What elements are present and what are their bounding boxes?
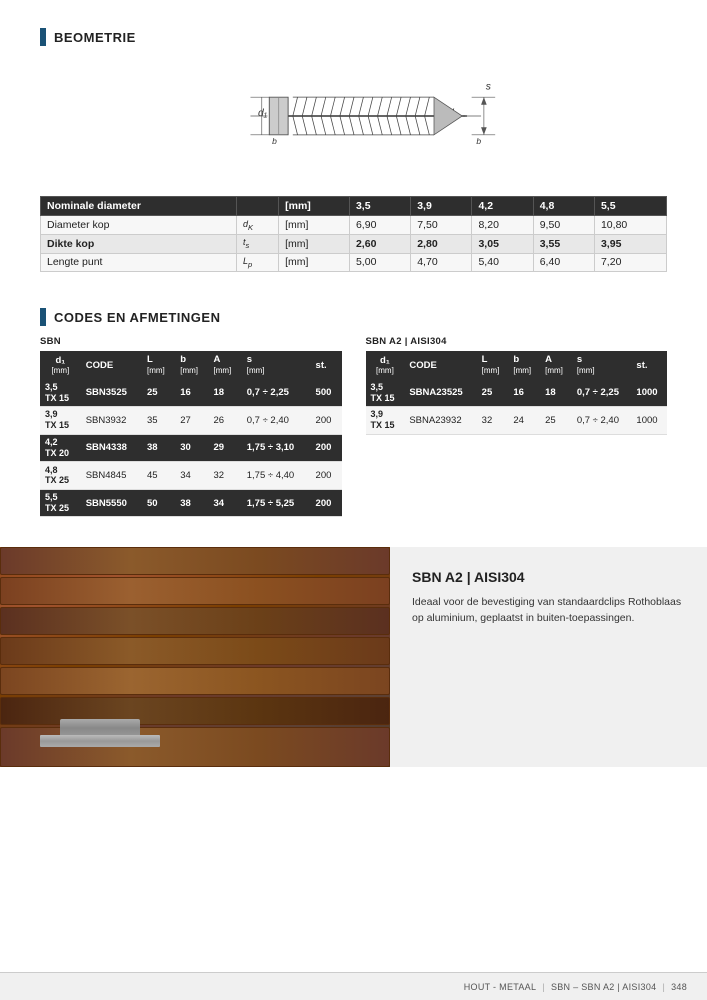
bottom-title: SBN A2 | AISI304 [412, 569, 685, 585]
sbn-table: d₁ [mm] CODE L[mm] b[mm] A[mm] s[mm] st.… [40, 351, 342, 517]
svg-text:d₁: d₁ [258, 108, 268, 119]
table-row: 4,8TX 25 SBN4845 45 34 32 1,75 ÷ 4,40 20… [40, 462, 342, 490]
table-row: Diameter kop dK [mm] 6,90 7,50 8,20 9,50… [41, 216, 667, 235]
sbn-a2-subtitle: SBN A2 | AISI304 [366, 336, 668, 347]
table-row: Lengte punt Lp [mm] 5,00 4,70 5,40 6,40 … [41, 253, 667, 272]
beometrie-title: BEOMETRIE [40, 28, 667, 46]
svg-text:s: s [485, 82, 490, 93]
table-row: 5,5TX 25 SBN5550 50 38 34 1,75 ÷ 5,25 20… [40, 489, 342, 517]
table-row: 3,5TX 15 SBNA23525 25 16 18 0,7 ÷ 2,25 1… [366, 379, 668, 406]
table-row: 4,2TX 20 SBN4338 38 30 29 1,75 ÷ 3,10 20… [40, 434, 342, 462]
footer-text: HOUT - METAAL [464, 982, 537, 992]
footer-sep1: | [542, 982, 545, 992]
table-row: 3,9TX 15 SBN3932 35 27 26 0,7 ÷ 2,40 200 [40, 406, 342, 434]
sbn-a2-table: d₁ [mm] CODE L[mm] b[mm] A[mm] s[mm] st.… [366, 351, 668, 434]
dim-header-35: 3,5 [349, 197, 410, 216]
screw-diagram: d₁ d₁ s b b [40, 56, 667, 176]
svg-text:b: b [476, 136, 481, 146]
dim-header-label: Nominale diameter [41, 197, 237, 216]
dim-header-sym [236, 197, 278, 216]
sbn-table-block: SBN d₁ [mm] CODE L[mm] b[mm] A[mm] s[mm]… [40, 336, 342, 517]
dim-header-48: 4,8 [533, 197, 594, 216]
dimensions-table: Nominale diameter [mm] 3,5 3,9 4,2 4,8 5… [40, 196, 667, 272]
table-row: 3,5TX 15 SBN3525 25 16 18 0,7 ÷ 2,25 500 [40, 379, 342, 406]
screw-svg: d₁ d₁ s b b [194, 66, 514, 166]
dim-header-39: 3,9 [411, 197, 472, 216]
footer-page: 348 [671, 982, 687, 992]
deck-image [0, 547, 390, 767]
bottom-section: SBN A2 | AISI304 Ideaal voor de bevestig… [0, 547, 707, 767]
dim-header-42: 4,2 [472, 197, 533, 216]
bottom-info-panel: SBN A2 | AISI304 Ideaal voor de bevestig… [390, 547, 707, 767]
table-row: 3,9TX 15 SBNA23932 32 24 25 0,7 ÷ 2,40 1… [366, 406, 668, 434]
tables-row: SBN d₁ [mm] CODE L[mm] b[mm] A[mm] s[mm]… [40, 336, 667, 517]
sbn-subtitle: SBN [40, 336, 342, 347]
dim-header-unit: [mm] [279, 197, 350, 216]
bottom-description: Ideaal voor de bevestiging van standaard… [412, 595, 685, 627]
table-row: Dikte kop ts [mm] 2,60 2,80 3,05 3,55 3,… [41, 234, 667, 253]
footer-section: SBN – SBN A2 | AISI304 [551, 982, 657, 992]
codes-title: CODES EN AFMETINGEN [40, 308, 667, 326]
codes-section: CODES EN AFMETINGEN SBN d₁ [mm] CODE L[m… [0, 288, 707, 527]
dim-header-55: 5,5 [594, 197, 666, 216]
sbn-a2-table-block: SBN A2 | AISI304 d₁ [mm] CODE L[mm] b[mm… [366, 336, 668, 434]
page-footer: HOUT - METAAL | SBN – SBN A2 | AISI304 |… [0, 972, 707, 1000]
beometrie-section: BEOMETRIE d₁ d₁ s b b [0, 0, 707, 288]
rail [40, 735, 160, 747]
svg-text:b: b [272, 136, 277, 146]
footer-sep2: | [662, 982, 665, 992]
